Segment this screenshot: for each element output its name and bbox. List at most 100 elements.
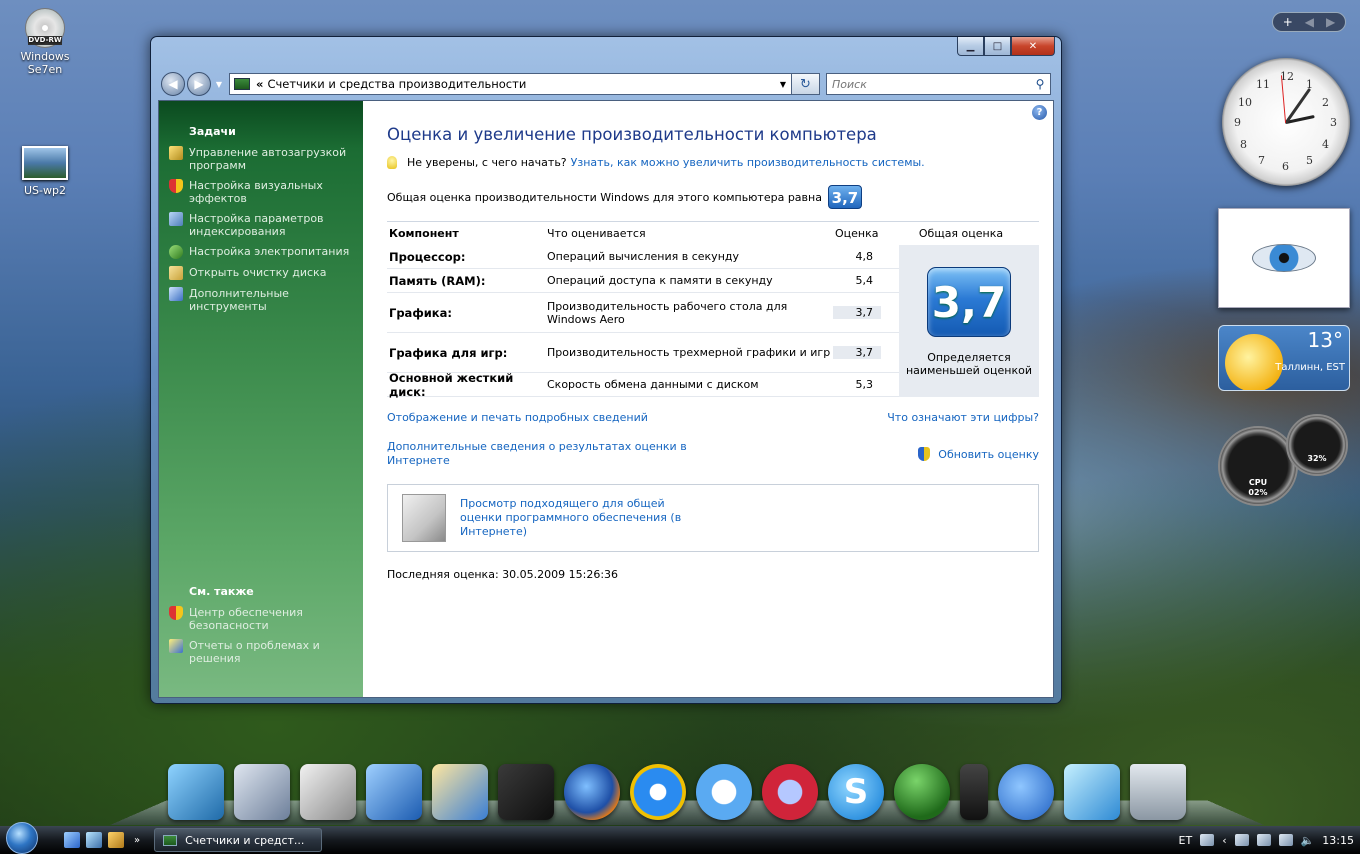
- component-cell: Процессор:: [389, 249, 466, 264]
- cpu-label: CPU: [1248, 478, 1268, 487]
- improve-performance-link[interactable]: Узнать, как можно увеличить производител…: [571, 156, 925, 169]
- skype-icon[interactable]: S: [828, 764, 884, 820]
- memory-gauge: 32%: [1286, 414, 1348, 476]
- internet-explorer-icon[interactable]: [630, 764, 686, 820]
- breadcrumb-chevron[interactable]: «: [256, 77, 263, 91]
- memory-value: 32%: [1307, 454, 1327, 463]
- header-what: Что оценивается: [547, 227, 646, 240]
- weather-city: Таллинн, EST: [1275, 362, 1345, 373]
- network-tray-icon[interactable]: [1278, 834, 1293, 846]
- task-power[interactable]: Настройка электропитания: [169, 245, 351, 259]
- refresh-icon: ↻: [800, 76, 811, 92]
- history-dropdown-icon[interactable]: ▼: [213, 80, 225, 89]
- task-startup-programs[interactable]: Управление автозагрузкой программ: [169, 146, 351, 172]
- safari-icon[interactable]: [696, 764, 752, 820]
- component-cell: Графика:: [389, 305, 452, 320]
- bluetooth-icon[interactable]: [998, 764, 1054, 820]
- gadget-next-icon[interactable]: ▶: [1326, 15, 1335, 29]
- desktop-icon-dvd[interactable]: DVD-RW Windows Se7en: [10, 8, 80, 76]
- safely-remove-icon[interactable]: [1256, 834, 1271, 846]
- weather-gadget[interactable]: 13° Таллинн, EST: [1218, 325, 1350, 391]
- book-icon[interactable]: [366, 764, 422, 820]
- last-rating: Последняя оценка: 30.05.2009 15:26:36: [387, 568, 619, 581]
- base-score-badge: 3,7: [927, 267, 1011, 337]
- quick-launch-more[interactable]: »: [134, 835, 140, 846]
- refresh-score-button[interactable]: Обновить оценку: [918, 447, 1039, 461]
- hint-text: Не уверены, с чего начать?: [407, 156, 567, 169]
- tray-expand-icon[interactable]: ‹: [1222, 834, 1226, 847]
- search-box[interactable]: ⚲: [826, 73, 1051, 95]
- minimize-button[interactable]: ▁: [957, 37, 984, 56]
- firefox-icon[interactable]: [564, 764, 620, 820]
- photo-gallery-icon[interactable]: [432, 764, 488, 820]
- breadcrumb[interactable]: Счетчики и средства производительности: [267, 77, 775, 91]
- language-indicator[interactable]: ET: [1179, 834, 1193, 847]
- search-input[interactable]: [832, 77, 1030, 91]
- software-link[interactable]: Просмотр подходящего для общей оценки пр…: [460, 497, 700, 539]
- switch-windows-icon[interactable]: [86, 832, 102, 848]
- sidebar-gadget-bar[interactable]: + ◀ ▶: [1272, 12, 1346, 32]
- refresh-button[interactable]: ↻: [792, 73, 820, 95]
- display-tray-icon[interactable]: [1234, 834, 1249, 846]
- back-button[interactable]: ◀: [161, 72, 185, 96]
- documents-folder-icon[interactable]: [300, 764, 356, 820]
- clock-gadget[interactable]: 12 1 2 3 4 5 6 7 8 9 10 11: [1222, 58, 1350, 186]
- task-indexing[interactable]: Настройка параметров индексирования: [169, 212, 351, 238]
- clock-numeral: 6: [1282, 160, 1289, 173]
- image-file-icon: [22, 146, 68, 180]
- task-advanced-tools[interactable]: Дополнительные инструменты: [169, 287, 351, 313]
- address-dropdown-icon[interactable]: ▼: [775, 80, 791, 89]
- tools-icon: [169, 287, 183, 301]
- task-disk-cleanup[interactable]: Открыть очистку диска: [169, 266, 351, 280]
- slideshow-gadget[interactable]: [1218, 208, 1350, 308]
- show-desktop-icon[interactable]: [64, 832, 80, 848]
- task-label: Настройка электропитания: [189, 245, 350, 258]
- cpu-meter-gadget[interactable]: CPU 02% 32%: [1218, 414, 1350, 510]
- keyboard-icon[interactable]: [1200, 834, 1215, 846]
- what-numbers-mean-link[interactable]: Что означают эти цифры?: [887, 411, 1039, 424]
- score-cell: 5,3: [855, 378, 874, 391]
- score-cell: 4,8: [855, 250, 874, 263]
- volume-icon[interactable]: 🔈: [1301, 834, 1315, 847]
- taskbar-window-button[interactable]: Счетчики и средст...: [154, 828, 323, 852]
- online-info-link[interactable]: Дополнительные сведения о результатах оц…: [387, 440, 687, 468]
- see-also-label: Центр обеспечения безопасности: [189, 606, 303, 632]
- task-visual-effects[interactable]: Настройка визуальных эффектов: [169, 179, 351, 205]
- see-also-label: Отчеты о проблемах и решения: [189, 639, 320, 665]
- control-panel-icon[interactable]: [234, 764, 290, 820]
- see-also-problem-reports[interactable]: Отчеты о проблемах и решения: [169, 639, 351, 665]
- see-also-security-center[interactable]: Центр обеспечения безопасности: [169, 606, 351, 632]
- start-button[interactable]: [0, 822, 44, 854]
- component-cell: Основной жесткий диск:: [389, 370, 514, 399]
- messenger-icon[interactable]: [894, 764, 950, 820]
- gadget-prev-icon[interactable]: ◀: [1305, 15, 1314, 29]
- computer-icon[interactable]: [168, 764, 224, 820]
- desktop-icon-us-wp2[interactable]: US-wp2: [10, 146, 80, 197]
- software-link-box[interactable]: Просмотр подходящего для общей оценки пр…: [387, 484, 1039, 552]
- see-also-section: См. также Центр обеспечения безопасности…: [169, 575, 351, 672]
- display-icon[interactable]: [498, 764, 554, 820]
- opera-icon[interactable]: [762, 764, 818, 820]
- clock-numeral: 8: [1240, 138, 1247, 151]
- task-label: Открыть очистку диска: [189, 266, 327, 279]
- close-button[interactable]: ✕: [1011, 37, 1055, 56]
- desktop-icon-label: US-wp2: [24, 184, 66, 197]
- task-label: Дополнительные инструменты: [189, 287, 289, 313]
- quick-launch-app-icon[interactable]: [108, 832, 124, 848]
- clock-time[interactable]: 13:15: [1322, 834, 1354, 847]
- print-details-link[interactable]: Отображение и печать подробных сведений: [387, 411, 648, 424]
- address-bar[interactable]: « Счетчики и средства производительности…: [229, 73, 792, 95]
- dvd-icon: DVD-RW: [25, 8, 65, 48]
- forward-button[interactable]: ▶: [187, 72, 211, 96]
- network-icon[interactable]: [1064, 764, 1120, 820]
- help-icon[interactable]: ?: [1032, 105, 1047, 120]
- recycle-bin-icon[interactable]: [1130, 764, 1186, 820]
- mobile-phone-icon[interactable]: [960, 764, 988, 820]
- maximize-button[interactable]: □: [984, 37, 1011, 56]
- search-icon[interactable]: ⚲: [1030, 77, 1050, 91]
- add-gadget-icon[interactable]: +: [1283, 15, 1293, 29]
- score-table: Компонент Что оценивается Оценка Общая о…: [387, 221, 1039, 399]
- score-cell: 3,7: [833, 346, 881, 359]
- weather-temperature: 13°: [1307, 328, 1343, 352]
- score-cell: 3,7: [833, 306, 881, 319]
